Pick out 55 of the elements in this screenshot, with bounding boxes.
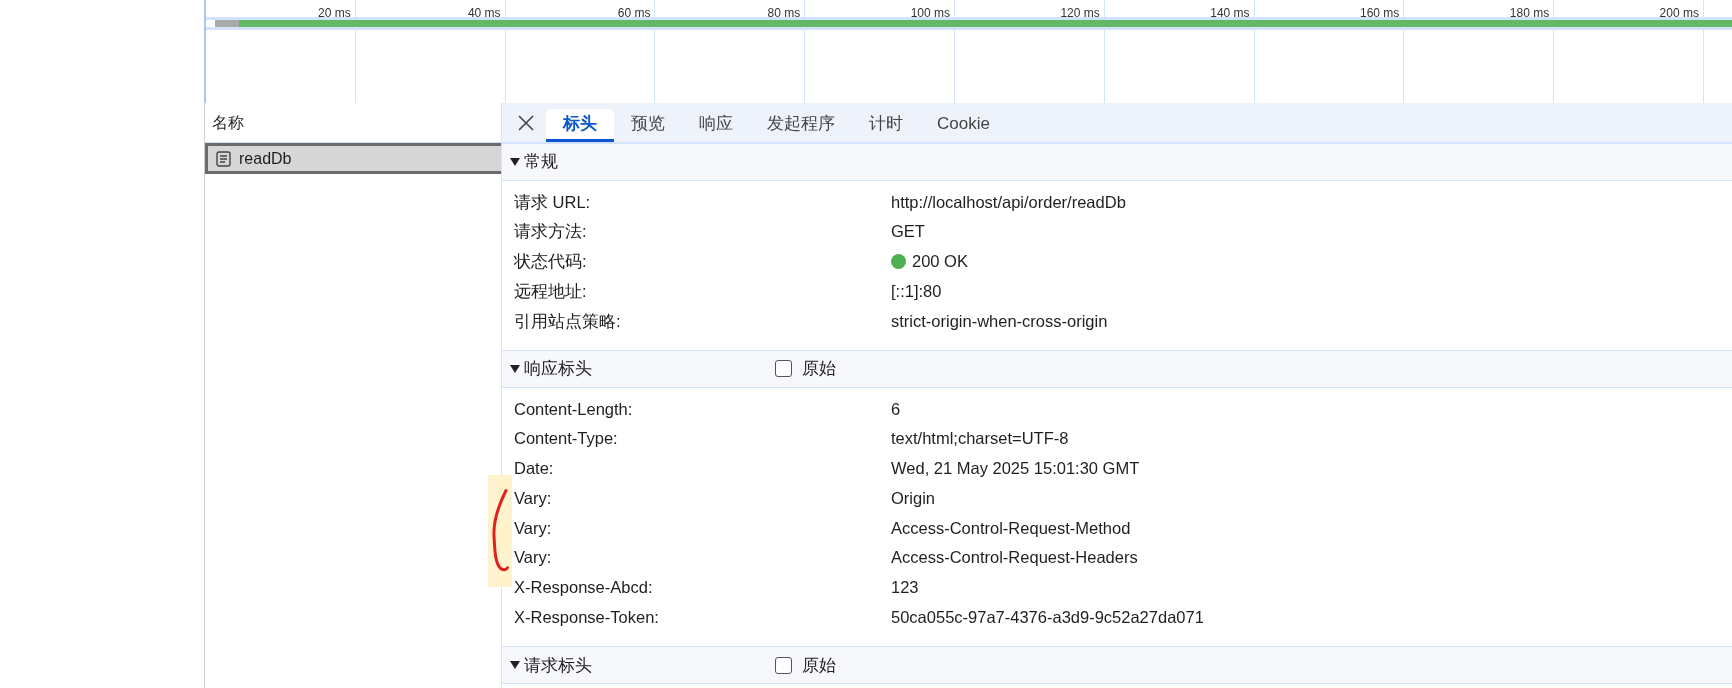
header-name: X-Response-Token: bbox=[513, 607, 660, 629]
tick-label: 140 ms bbox=[1210, 6, 1250, 21]
tick-label: 80 ms bbox=[767, 6, 801, 21]
tab[interactable]: 响应 bbox=[682, 109, 750, 142]
checkbox-label: 原始 bbox=[802, 654, 836, 677]
tick-label: 120 ms bbox=[1060, 6, 1100, 21]
tick-label: 20 ms bbox=[318, 6, 351, 21]
header-value: 200 OK bbox=[912, 251, 968, 273]
header-name: 请求方法: bbox=[513, 221, 588, 243]
header-value: Access-Control-Request-Headers bbox=[891, 547, 1138, 569]
header-value: Access-Control-Request-Method bbox=[891, 517, 1131, 539]
close-icon bbox=[516, 112, 536, 133]
tick-label: 200 ms bbox=[1659, 6, 1699, 21]
section-title[interactable]: 常规 bbox=[524, 149, 558, 175]
tick-label: 180 ms bbox=[1509, 6, 1550, 21]
header-value: strict-origin-when-cross-origin bbox=[891, 310, 1108, 332]
checkbox[interactable] bbox=[775, 360, 792, 378]
tick-label: 160 ms bbox=[1360, 6, 1400, 21]
checkbox[interactable] bbox=[775, 656, 792, 674]
header-value: 6 bbox=[891, 398, 901, 420]
checkbox-label: 原始 bbox=[802, 358, 836, 381]
header-value: GET bbox=[891, 221, 925, 243]
header-name: 引用站点策略: bbox=[513, 310, 622, 332]
header-name: 状态代码: bbox=[513, 251, 588, 273]
header-value: Origin bbox=[891, 487, 935, 509]
tick-label: 100 ms bbox=[910, 6, 950, 21]
header-value: [::1]:80 bbox=[891, 280, 942, 302]
header-name: X-Response-Abcd: bbox=[513, 577, 654, 599]
request-row[interactable]: readDb bbox=[205, 143, 501, 174]
header-name: Vary: bbox=[513, 547, 553, 569]
header-name: Vary: bbox=[513, 517, 553, 539]
tab[interactable]: 发起程序 bbox=[750, 109, 852, 142]
header-name: Content-Length: bbox=[513, 398, 634, 420]
disclosure-triangle-icon[interactable] bbox=[510, 364, 520, 374]
tab[interactable]: 标头 bbox=[546, 109, 614, 142]
header-value: http://localhost/api/order/readDb bbox=[891, 191, 1126, 213]
header-value: 50ca055c-97a7-4376-a3d9-9c52a27da071 bbox=[891, 607, 1204, 629]
tab[interactable]: Cookie bbox=[920, 109, 1007, 142]
header-value: Wed, 21 May 2025 15:01:30 GMT bbox=[891, 458, 1140, 480]
document-icon bbox=[216, 150, 231, 167]
tab[interactable]: 计时 bbox=[852, 109, 920, 142]
header-name: Content-Type: bbox=[513, 428, 619, 450]
header-name: 请求 URL: bbox=[513, 191, 592, 213]
tick-label: 60 ms bbox=[617, 6, 651, 21]
header-name: Vary: bbox=[513, 487, 553, 509]
header-name: 远程地址: bbox=[513, 280, 588, 302]
header-value: 123 bbox=[891, 577, 919, 599]
tick-label: 40 ms bbox=[467, 6, 501, 21]
disclosure-triangle-icon[interactable] bbox=[510, 157, 520, 167]
header-value: text/html;charset=UTF-8 bbox=[891, 428, 1069, 450]
header-name: Date: bbox=[513, 458, 555, 480]
section-title[interactable]: 请求标头 bbox=[524, 652, 592, 679]
disclosure-triangle-icon[interactable] bbox=[510, 660, 520, 671]
tab[interactable]: 预览 bbox=[614, 109, 682, 142]
section-title[interactable]: 响应标头 bbox=[524, 356, 592, 382]
